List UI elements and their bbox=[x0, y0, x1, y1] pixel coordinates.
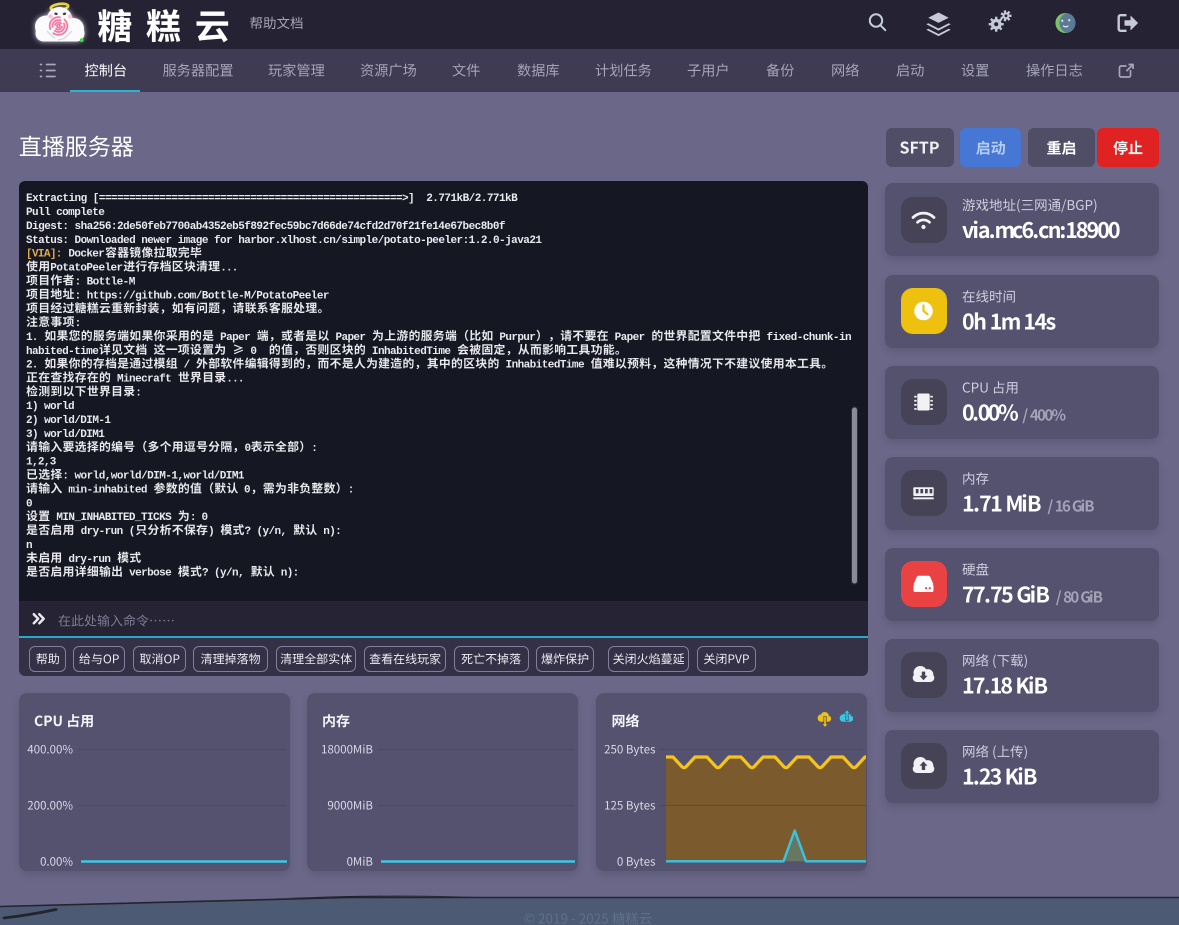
svg-text:1.: 1. bbox=[26, 332, 44, 344]
svg-text:? (y/n,: ? (y/n, bbox=[245, 526, 294, 538]
svg-text:n: n bbox=[26, 540, 33, 552]
svg-text:0: 0 bbox=[239, 485, 251, 497]
svg-text:2) world/DIM-1: 2) world/DIM-1 bbox=[26, 415, 111, 427]
svg-text:1,2,3: 1,2,3 bbox=[26, 457, 57, 469]
svg-text:: 0: : 0 bbox=[190, 512, 208, 524]
svg-text:habited-time: habited-time bbox=[26, 346, 99, 358]
svg-text::: : bbox=[135, 387, 142, 399]
svg-text:0: 0 bbox=[245, 443, 252, 455]
svg-text:3) world/DIM1: 3) world/DIM1 bbox=[26, 429, 105, 441]
svg-text:Status: Downloaded newer image: Status: Downloaded newer image for harbo… bbox=[26, 235, 542, 247]
svg-text:Minecraft: Minecraft bbox=[111, 374, 178, 386]
svg-text::: : bbox=[348, 485, 355, 497]
svg-text:n):: n): bbox=[275, 568, 299, 580]
svg-text:Pull complete: Pull complete bbox=[26, 207, 105, 219]
svg-text:: Bottle-M: : Bottle-M bbox=[75, 276, 136, 288]
svg-text:[VIA]:: [VIA]: bbox=[26, 249, 62, 261]
svg-text:n):: n): bbox=[317, 526, 341, 538]
svg-text:1) world: 1) world bbox=[26, 401, 75, 413]
svg-text:Paper: Paper bbox=[330, 332, 373, 344]
svg-text:2.: 2. bbox=[26, 360, 44, 372]
svg-text::: : bbox=[75, 318, 82, 330]
svg-text:PotatoPeeler: PotatoPeeler bbox=[50, 263, 123, 275]
svg-text:Purpur: Purpur bbox=[493, 332, 536, 344]
svg-text:dry-run (: dry-run ( bbox=[75, 526, 136, 538]
svg-text:): ) bbox=[208, 526, 220, 538]
svg-text:...: ... bbox=[220, 263, 238, 275]
svg-text:InhabitedTime: InhabitedTime bbox=[500, 360, 591, 372]
svg-text:Docker: Docker bbox=[62, 249, 105, 261]
svg-text:? (y/n,: ? (y/n, bbox=[202, 568, 251, 580]
svg-text:0: 0 bbox=[245, 346, 269, 358]
svg-text:min-inhabited: min-inhabited bbox=[62, 485, 153, 497]
svg-text:dry-run: dry-run bbox=[62, 554, 117, 566]
svg-text:fixed-chunk-in: fixed-chunk-in bbox=[761, 332, 852, 344]
svg-text:0: 0 bbox=[26, 498, 33, 510]
svg-text:Paper: Paper bbox=[609, 332, 652, 344]
svg-text:Paper: Paper bbox=[214, 332, 257, 344]
svg-text:MIN_INHABITED_TICKS: MIN_INHABITED_TICKS bbox=[50, 512, 178, 524]
svg-text:: world,world/DIM-1,world/DIM1: : world,world/DIM-1,world/DIM1 bbox=[62, 471, 244, 483]
svg-text:/: / bbox=[178, 360, 196, 372]
svg-text:Digest: sha256:2de50feb7700ab4: Digest: sha256:2de50feb7700ab4352eb5f892… bbox=[26, 221, 506, 233]
svg-text:: https://github.com/Bottle-M/: : https://github.com/Bottle-M/PotatoPeel… bbox=[75, 290, 330, 302]
svg-text:Extracting [==================: Extracting [============================… bbox=[26, 193, 518, 205]
svg-text::: : bbox=[311, 443, 318, 455]
svg-text:...: ... bbox=[226, 374, 244, 386]
svg-text:verbose: verbose bbox=[123, 568, 178, 580]
svg-text:InhabitedTime: InhabitedTime bbox=[366, 346, 457, 358]
